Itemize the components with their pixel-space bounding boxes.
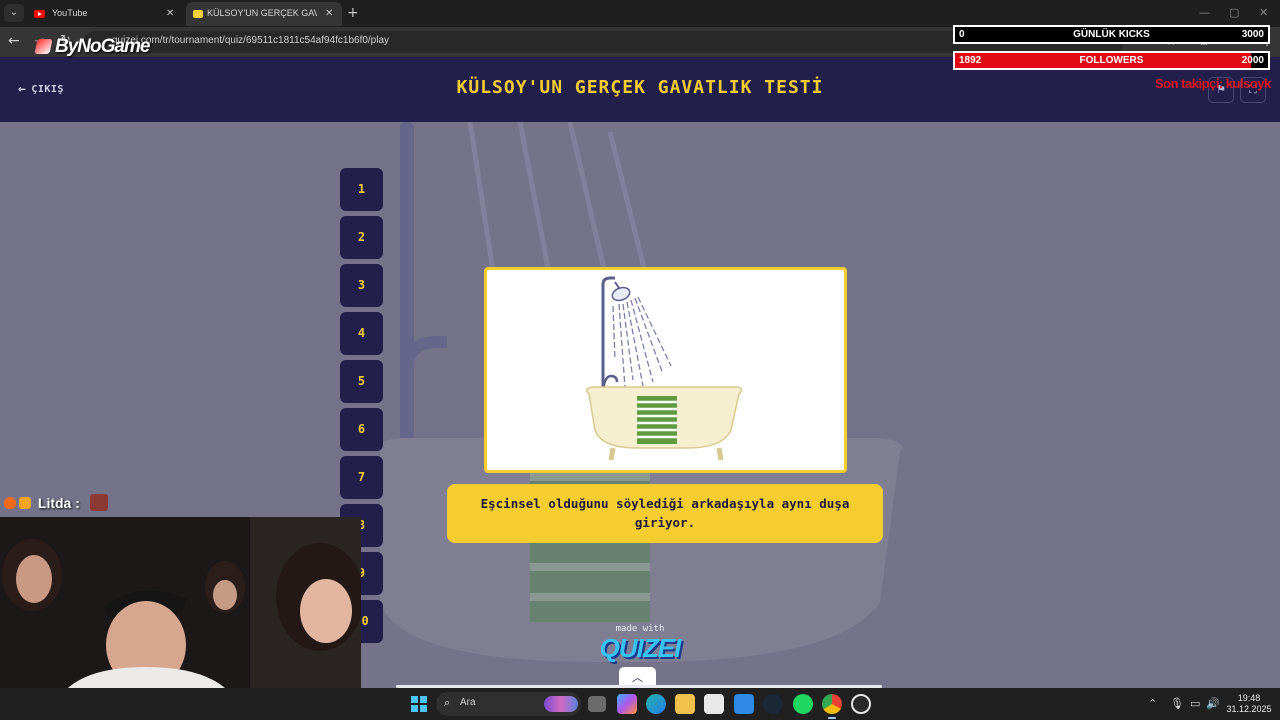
face-emote-icon [89, 494, 108, 511]
file-explorer-icon[interactable] [675, 694, 695, 714]
question-image-card [484, 267, 847, 473]
tab-title: KÜLSOY'UN GERÇEK GAVATLIK [207, 8, 317, 18]
question-number-button[interactable]: 3 [340, 264, 383, 307]
copilot-icon[interactable] [617, 694, 637, 714]
mail-icon[interactable] [734, 694, 754, 714]
browser-tab-strip: ⌄ YouTube ✕ KÜLSOY'UN GERÇEK GAVATLIK ✕ … [0, 0, 1280, 27]
quiz-title: KÜLSOY'UN GERÇEK GAVATLIK TESTİ [456, 77, 824, 98]
volume-icon[interactable]: 🔊 [1206, 697, 1220, 710]
window-close-icon[interactable]: ✕ [1259, 6, 1268, 19]
kicks-goal-bar: 0 GÜNLÜK KICKS 3000 [953, 25, 1270, 44]
followers-goal-bar: 1892 FOLLOWERS 2000 [953, 51, 1270, 70]
tab-title: YouTube [52, 8, 88, 18]
new-tab-button[interactable]: + [347, 5, 359, 21]
windows-taskbar: ⌕ Ara ⌃ 🎙 ▭ 🔊 19:48 31.12.2025 [0, 688, 1280, 720]
maximize-icon[interactable]: ▢ [1229, 6, 1239, 19]
chevron-up-icon: ︿ [632, 671, 643, 684]
brand-text: ByNoGame [55, 36, 150, 57]
taskbar-search-box[interactable]: ⌕ Ara [436, 692, 581, 716]
search-highlight-icon [544, 696, 578, 712]
flame-emote-icon [4, 497, 16, 509]
kicks-label: GÜNLÜK KICKS [1073, 29, 1150, 40]
bynogame-logo: ByNoGame [34, 36, 150, 58]
close-icon[interactable]: ✕ [166, 2, 174, 25]
followers-goal: 2000 [1241, 55, 1264, 66]
search-icon: ⌕ [444, 696, 451, 709]
last-follower-text: Son takipçi: kulsoyk [1155, 76, 1271, 91]
shower-bathtub-illustration [586, 276, 743, 461]
tab-quiz[interactable]: KÜLSOY'UN GERÇEK GAVATLIK ✕ [186, 2, 342, 26]
edge-icon[interactable] [646, 694, 666, 714]
minimize-icon[interactable]: — [1199, 6, 1210, 19]
quizei-favicon-icon [193, 10, 203, 18]
tab-search-chevron-icon[interactable]: ⌄ [4, 4, 24, 22]
chat-message: Litda : [4, 494, 111, 514]
task-view-icon[interactable] [588, 696, 606, 712]
question-number-button[interactable]: 6 [340, 408, 383, 451]
clock-time: 19:48 [1237, 693, 1261, 703]
screen: ⌄ YouTube ✕ KÜLSOY'UN GERÇEK GAVATLIK ✕ … [0, 0, 1280, 720]
followers-label: FOLLOWERS [1079, 55, 1144, 66]
question-text: Eşcinsel olduğunu söylediği arkadaşıyla … [480, 496, 850, 530]
crown-emote-icon [19, 497, 31, 509]
question-text-box: Eşcinsel olduğunu söylediği arkadaşıyla … [447, 484, 883, 543]
question-number-button[interactable]: 2 [340, 216, 383, 259]
url-text: quizei.com/tr/tournament/quiz/69511c1811… [112, 35, 390, 46]
clock-date: 31.12.2025 [1226, 704, 1272, 714]
bynogame-mark-icon [34, 39, 53, 54]
back-arrow-icon[interactable]: ← [8, 33, 20, 49]
system-clock[interactable]: 19:48 31.12.2025 [1222, 693, 1276, 715]
spotify-icon[interactable] [793, 694, 813, 714]
chatgpt-icon[interactable] [851, 694, 871, 714]
question-number-button[interactable]: 5 [340, 360, 383, 403]
store-icon[interactable] [704, 694, 724, 714]
question-number-button[interactable]: 1 [340, 168, 383, 211]
steam-icon[interactable] [763, 694, 783, 714]
youtube-icon [34, 10, 45, 18]
search-placeholder: Ara [460, 697, 476, 708]
chevron-up-icon[interactable]: ⌃ [1148, 697, 1157, 710]
kicks-goal: 3000 [1241, 29, 1264, 40]
close-icon[interactable]: ✕ [325, 2, 333, 25]
windows-start-icon[interactable] [411, 696, 427, 712]
chrome-icon[interactable] [822, 694, 842, 719]
microphone-icon[interactable]: 🎙 [1170, 697, 1184, 710]
chat-username: Litda : [37, 495, 80, 511]
question-number-button[interactable]: 7 [340, 456, 383, 499]
display-icon[interactable]: ▭ [1190, 697, 1200, 710]
question-number-button[interactable]: 4 [340, 312, 383, 355]
tab-youtube[interactable]: YouTube ✕ [28, 2, 180, 26]
